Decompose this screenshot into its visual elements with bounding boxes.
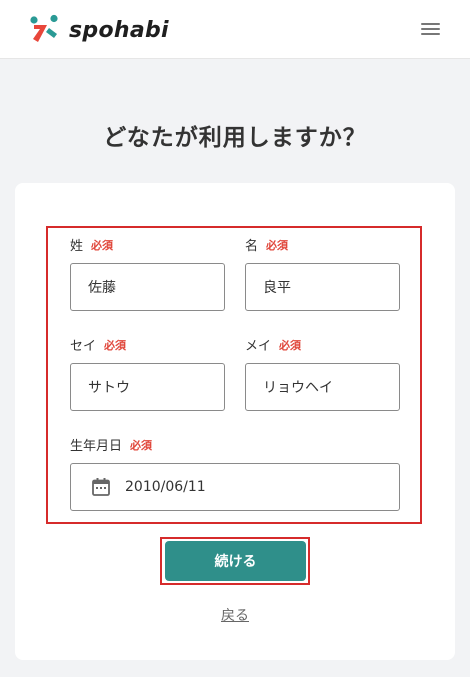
page-title: どなたが利用しますか？ bbox=[103, 125, 367, 151]
first-name-label: 名 必須 bbox=[245, 235, 289, 255]
required-badge: 必須 bbox=[104, 338, 127, 352]
birthdate-label-text: 生年月日 bbox=[70, 439, 123, 454]
app-header: spohabi bbox=[0, 0, 470, 59]
last-name-label-text: 姓 bbox=[70, 239, 84, 254]
last-name-kana-value: サトウ bbox=[88, 380, 130, 396]
required-badge: 必須 bbox=[266, 238, 289, 252]
back-link[interactable]: 戻る bbox=[0, 605, 470, 625]
required-badge: 必須 bbox=[279, 338, 302, 352]
first-name-kana-value: リョウヘイ bbox=[263, 380, 333, 396]
last-name-label: 姓 必須 bbox=[70, 235, 114, 255]
first-name-value: 良平 bbox=[263, 280, 291, 296]
first-name-kana-field[interactable]: リョウヘイ bbox=[245, 363, 400, 411]
last-name-kana-label-text: セイ bbox=[70, 339, 97, 354]
first-name-kana-label: メイ 必須 bbox=[245, 335, 302, 355]
last-name-kana-label: セイ 必須 bbox=[70, 335, 127, 355]
calendar-icon[interactable] bbox=[91, 477, 111, 497]
first-name-label-text: 名 bbox=[245, 239, 259, 254]
birthdate-value: 2010/06/11 bbox=[125, 479, 206, 495]
brand-name: spohabi bbox=[69, 17, 169, 43]
continue-button[interactable]: 続ける bbox=[165, 541, 306, 581]
birthdate-label: 生年月日 必須 bbox=[70, 435, 153, 455]
last-name-kana-field[interactable]: サトウ bbox=[70, 363, 225, 411]
last-name-value: 佐藤 bbox=[88, 280, 116, 296]
last-name-field[interactable]: 佐藤 bbox=[70, 263, 225, 311]
required-badge: 必須 bbox=[130, 438, 153, 452]
brand-logo[interactable]: spohabi bbox=[29, 14, 169, 46]
spohabi-logo-icon bbox=[29, 14, 61, 46]
birthdate-field[interactable]: 2010/06/11 bbox=[70, 463, 400, 511]
first-name-field[interactable]: 良平 bbox=[245, 263, 400, 311]
required-badge: 必須 bbox=[91, 238, 114, 252]
hamburger-menu-icon[interactable] bbox=[420, 20, 442, 40]
first-name-kana-label-text: メイ bbox=[245, 339, 272, 354]
